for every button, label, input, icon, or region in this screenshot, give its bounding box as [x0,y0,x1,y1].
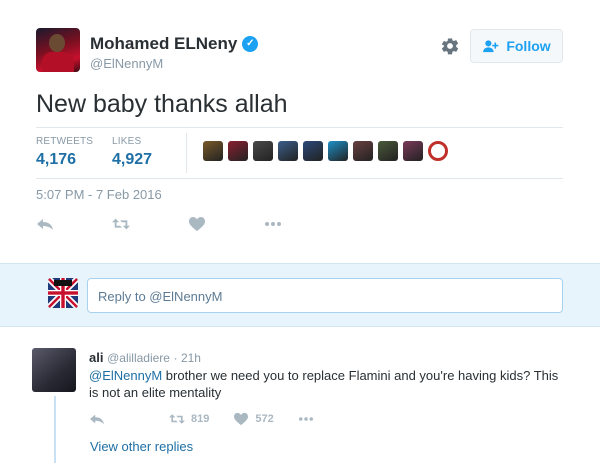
liker-avatar[interactable] [203,141,223,161]
view-other-replies-link[interactable]: View other replies [90,439,193,454]
reply-author-avatar[interactable] [32,348,76,392]
more-icon [298,417,313,421]
verified-badge-icon: ✓ [242,36,259,52]
reply-text: @ElNennyM brother we need you to replace… [89,367,569,401]
tweet-actions [36,216,340,232]
liker-avatar[interactable] [378,141,398,161]
reply-reply-button[interactable] [89,412,111,426]
tweet-timestamp: 5:07 PM - 7 Feb 2016 [36,187,162,202]
reply-actions: 819 572 [89,412,344,426]
add-user-icon [483,40,499,53]
user-avatar [48,278,78,308]
likes-count[interactable]: 4,927 [112,151,152,169]
liker-avatar[interactable] [328,141,348,161]
liker-avatar[interactable] [353,141,373,161]
retweet-icon [169,414,185,424]
retweets-count[interactable]: 4,176 [36,151,93,169]
liker-avatar[interactable] [253,141,273,161]
reply-like-button[interactable]: 572 [233,412,274,426]
likes-stat[interactable]: LIKES 4,927 [112,136,152,169]
retweets-stat[interactable]: RETWEETS 4,176 [36,136,93,169]
reply-mention-link[interactable]: @ElNennyM [89,368,162,383]
retweets-label: RETWEETS [36,136,94,147]
reply-input[interactable]: Reply to @ElNennyM [87,278,563,313]
gear-icon[interactable] [440,36,460,56]
reply-more-button[interactable] [298,412,320,426]
reply-time[interactable]: · 21h [174,351,201,365]
reply-like-count: 572 [255,413,274,425]
reply-retweet-button[interactable]: 819 [169,412,209,426]
liker-avatar[interactable] [278,141,298,161]
reply-header: ali @alilladiere · 21h [89,350,201,365]
heart-icon [234,412,249,426]
likers-avatars[interactable] [203,141,453,161]
reply-icon [90,414,104,425]
retweet-icon[interactable] [112,216,130,232]
reply-icon[interactable] [36,216,54,232]
conversation-thread-line [54,396,56,463]
liker-avatar[interactable] [303,141,323,161]
likes-label: LIKES [112,136,142,147]
reply-retweet-count: 819 [191,413,210,425]
author-handle[interactable]: @ElNennyM [90,56,163,71]
liker-avatar[interactable] [403,141,423,161]
tweet-text: New baby thanks allah [36,90,288,118]
follow-button-label: Follow [506,38,551,54]
author-avatar[interactable] [36,28,80,72]
more-icon[interactable] [264,216,282,232]
follow-button[interactable]: Follow [470,29,563,63]
author-name-text[interactable]: Mohamed ELNeny [90,34,237,54]
liker-avatar[interactable] [428,141,448,161]
reply-author-handle[interactable]: @alilladiere [107,351,170,365]
divider [36,127,563,128]
reply-compose-area: Reply to @ElNennyM [0,263,600,327]
divider [36,178,563,179]
author-name[interactable]: Mohamed ELNeny ✓ [90,34,259,54]
reply-author-name[interactable]: ali [89,350,103,365]
stats-divider [186,133,187,173]
heart-icon[interactable] [188,216,206,232]
liker-avatar[interactable] [228,141,248,161]
